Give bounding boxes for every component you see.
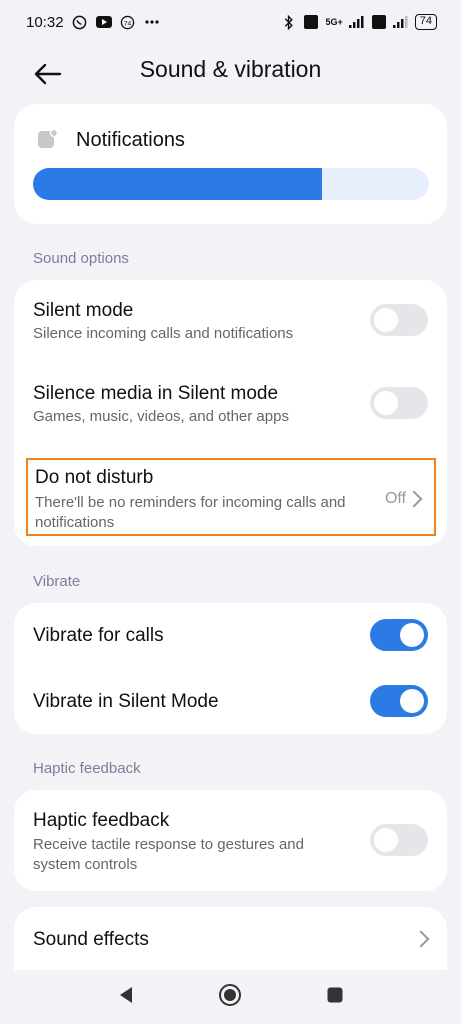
chevron-right-icon — [412, 930, 430, 948]
youtube-icon — [95, 14, 112, 30]
navigation-bar — [0, 970, 461, 1024]
notifications-volume-card: Notifications — [14, 104, 447, 224]
row-title: Vibrate in Silent Mode — [33, 691, 219, 712]
row-title: Silence media in Silent mode — [33, 383, 279, 404]
toggle-knob — [400, 623, 424, 647]
network-label: 5G+ — [325, 17, 343, 27]
row-title: Haptic feedback — [33, 810, 170, 831]
section-vibrate: Vibrate — [33, 573, 81, 590]
silence-media-toggle[interactable] — [370, 387, 428, 419]
svg-text:74: 74 — [124, 20, 132, 27]
status-time: 10:32 — [26, 13, 64, 31]
vibrate-card: Vibrate for calls Vibrate in Silent Mode — [14, 603, 447, 734]
toggle-knob — [374, 308, 398, 332]
recents-square-icon[interactable] — [326, 986, 344, 1009]
silent-mode-row[interactable]: Silent mode Silence incoming calls and n… — [14, 280, 447, 362]
more-dots-icon — [144, 14, 160, 30]
notification-74-icon: 74 — [120, 14, 136, 30]
row-title: Do not disturb — [35, 467, 154, 488]
page-title: Sound & vibration — [139, 56, 322, 82]
toggle-knob — [400, 689, 424, 713]
toggle-knob — [374, 391, 398, 415]
signal-icon — [392, 14, 409, 30]
battery-indicator: 74 — [414, 14, 437, 30]
notifications-volume-slider[interactable] — [33, 168, 429, 200]
vibrate-silent-row[interactable]: Vibrate in Silent Mode — [14, 669, 447, 734]
status-left: 10:32 74 — [26, 14, 160, 31]
notification-bell-icon — [36, 128, 59, 156]
haptic-card: Haptic feedback Receive tactile response… — [14, 790, 447, 891]
volte-icon — [303, 14, 319, 30]
home-circle-icon[interactable] — [218, 983, 242, 1012]
volume-fill — [33, 168, 323, 200]
whatsapp-icon — [72, 14, 88, 30]
row-subtitle: Receive tactile response to gestures and… — [33, 836, 304, 873]
notifications-label: Notifications — [76, 129, 185, 151]
vibrate-silent-toggle[interactable] — [370, 685, 428, 717]
section-sound-options: Sound options — [33, 250, 129, 267]
toggle-knob — [374, 828, 398, 852]
sound-options-card: Silent mode Silence incoming calls and n… — [14, 280, 447, 546]
do-not-disturb-row[interactable]: Do not disturb There'll be no reminders … — [26, 458, 436, 536]
app-bar: Sound & vibration — [0, 44, 461, 100]
sound-effects-row[interactable]: Sound effects — [14, 907, 447, 973]
bluetooth-icon — [281, 14, 297, 30]
status-right: 5G+ 74 — [281, 14, 437, 30]
silent-mode-toggle[interactable] — [370, 304, 428, 336]
volte-lte-icon — [371, 14, 387, 30]
row-subtitle: Games, music, videos, and other apps — [33, 408, 289, 425]
vibrate-calls-row[interactable]: Vibrate for calls — [14, 603, 447, 669]
haptic-row[interactable]: Haptic feedback Receive tactile response… — [14, 790, 447, 891]
row-subtitle: There'll be no reminders for incoming ca… — [35, 494, 346, 531]
section-haptic: Haptic feedback — [33, 760, 141, 777]
chevron-right-icon — [405, 490, 423, 508]
sound-effects-card: Sound effects — [14, 907, 447, 973]
row-title: Silent mode — [33, 300, 134, 321]
dnd-value: Off — [384, 490, 406, 507]
status-bar: 10:32 74 5G+ 74 — [0, 0, 461, 44]
silence-media-row[interactable]: Silence media in Silent mode Games, musi… — [14, 362, 447, 446]
signal-icon — [348, 14, 365, 30]
row-title: Vibrate for calls — [33, 625, 164, 646]
back-triangle-icon[interactable] — [118, 986, 134, 1009]
haptic-toggle[interactable] — [370, 824, 428, 856]
row-subtitle: Silence incoming calls and notifications — [33, 325, 294, 342]
vibrate-calls-toggle[interactable] — [370, 619, 428, 651]
row-title: Sound effects — [33, 929, 149, 950]
